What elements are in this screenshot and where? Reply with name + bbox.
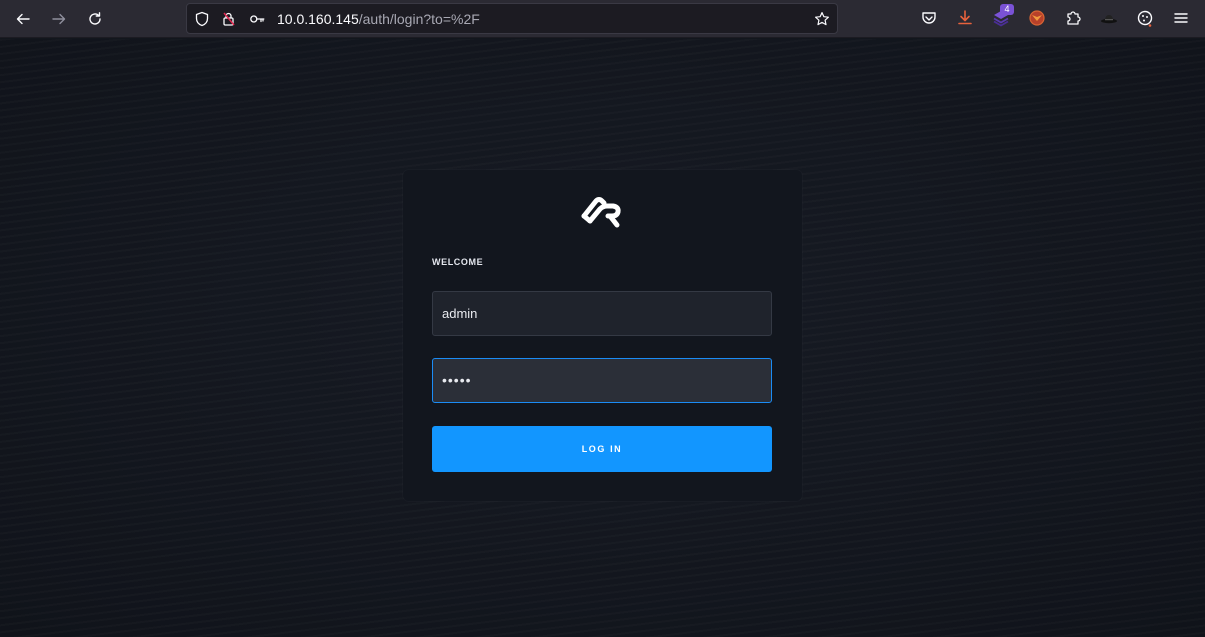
url-text[interactable]: 10.0.160.145/auth/login?to=%2F xyxy=(277,11,480,27)
login-page: WELCOME admin ••••• LOG IN xyxy=(0,39,1205,637)
login-card: WELCOME admin ••••• LOG IN xyxy=(403,170,802,501)
forward-button[interactable] xyxy=(45,5,73,33)
downloads-button[interactable] xyxy=(953,6,977,30)
fox-extension-icon xyxy=(1029,10,1045,26)
arrow-right-icon xyxy=(52,13,66,25)
pocket-icon xyxy=(922,12,936,24)
app-logo-icon xyxy=(581,197,621,228)
password-input[interactable]: ••••• xyxy=(432,358,772,403)
reload-icon xyxy=(89,12,101,25)
shield-icon[interactable] xyxy=(194,11,210,27)
star-icon[interactable] xyxy=(814,11,830,27)
cookie-extension-button[interactable] xyxy=(1133,6,1157,30)
hamburger-menu-icon xyxy=(1174,13,1188,23)
back-button[interactable] xyxy=(9,5,37,33)
address-bar[interactable]: 10.0.160.145/auth/login?to=%2F xyxy=(186,3,838,34)
pocket-button[interactable] xyxy=(917,6,941,30)
url-host: 10.0.160.145 xyxy=(277,11,359,27)
username-input[interactable]: admin xyxy=(432,291,772,336)
extensions-button[interactable] xyxy=(1061,6,1085,30)
welcome-heading: WELCOME xyxy=(432,257,484,267)
reload-button[interactable] xyxy=(81,5,109,33)
url-path: /auth/login?to=%2F xyxy=(358,11,480,27)
extension-badge: 4 xyxy=(1000,4,1014,15)
download-icon xyxy=(958,10,972,25)
browser-toolbar: 10.0.160.145/auth/login?to=%2F 4 xyxy=(0,0,1205,38)
hat-extension-button[interactable] xyxy=(1097,6,1121,30)
cookie-icon xyxy=(1137,10,1153,27)
lock-warning-icon[interactable] xyxy=(221,11,237,27)
app-menu-button[interactable] xyxy=(1169,6,1193,30)
arrow-left-icon xyxy=(16,13,30,25)
key-icon[interactable] xyxy=(249,11,265,27)
foxyproxy-button[interactable] xyxy=(1025,6,1049,30)
puzzle-icon xyxy=(1067,11,1081,25)
login-button[interactable]: LOG IN xyxy=(432,426,772,472)
hat-extension-icon xyxy=(1101,15,1117,24)
